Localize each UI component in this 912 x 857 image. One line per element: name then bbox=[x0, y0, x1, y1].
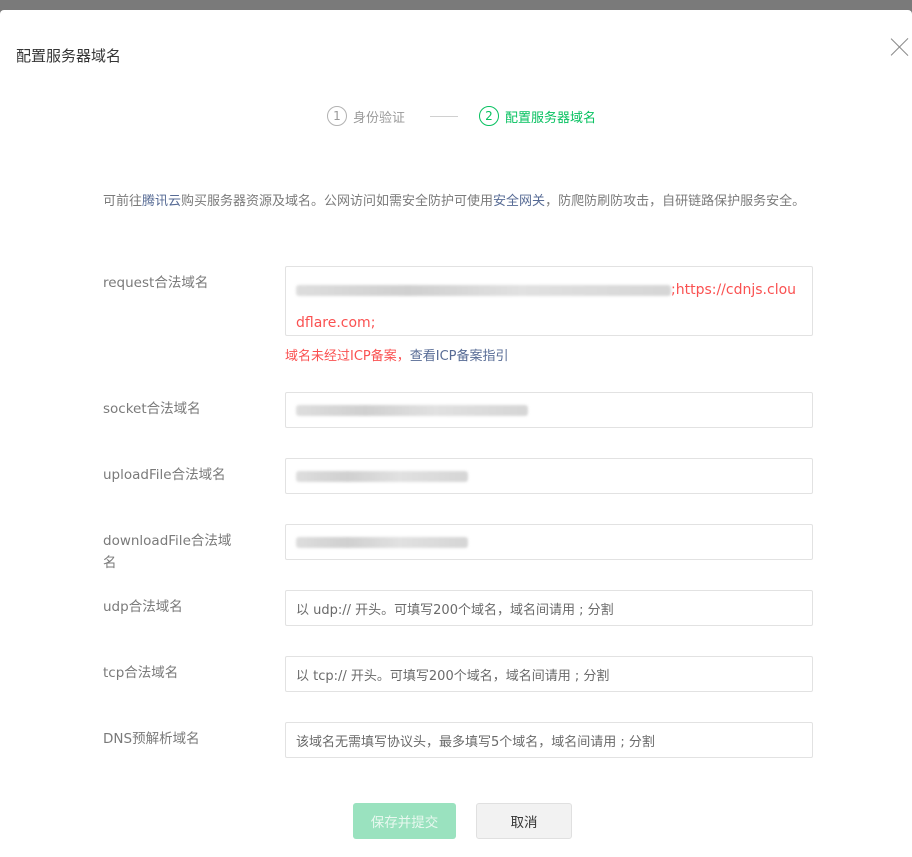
close-icon[interactable] bbox=[890, 37, 910, 57]
redacted-text bbox=[296, 284, 671, 296]
tcp-domain-input[interactable]: 以 tcp:// 开头。可填写200个域名，域名间请用 ; 分割 bbox=[285, 656, 813, 692]
step-label-2: 配置服务器域名 bbox=[505, 110, 597, 126]
udp-placeholder: 以 udp:// 开头。可填写200个域名，域名间请用 ; 分割 bbox=[296, 602, 614, 618]
uploadfile-domain-input[interactable] bbox=[285, 458, 813, 494]
tencent-cloud-link[interactable]: 腾讯云 bbox=[142, 194, 181, 209]
step-connector bbox=[430, 116, 458, 117]
step-label-1: 身份验证 bbox=[353, 110, 406, 126]
save-submit-button[interactable]: 保存并提交 bbox=[353, 803, 456, 839]
dns-placeholder: 该域名无需填写协议头，最多填写5个域名，域名间请用 ; 分割 bbox=[296, 734, 655, 750]
dns-label: DNS预解析域名 bbox=[103, 731, 200, 747]
step-number-2: 2 bbox=[479, 106, 499, 126]
tcp-placeholder: 以 tcp:// 开头。可填写200个域名，域名间请用 ; 分割 bbox=[296, 668, 610, 684]
request-label: request合法域名 bbox=[103, 275, 209, 291]
form-row-udp: udp合法域名 以 udp:// 开头。可填写200个域名，域名间请用 ; 分割 bbox=[103, 590, 813, 636]
step-configure-domain: 2 配置服务器域名 bbox=[479, 105, 596, 127]
socket-label: socket合法域名 bbox=[103, 401, 201, 417]
icp-error-tip: 域名未经过ICP备案，查看ICP备案指引 bbox=[285, 346, 509, 368]
config-domain-dialog: 配置服务器域名 1 身份验证 2 配置服务器域名 可前往腾讯云购买服务器资源及域… bbox=[0, 10, 912, 857]
socket-domain-input[interactable] bbox=[285, 392, 813, 428]
dialog-title: 配置服务器域名 bbox=[16, 47, 122, 65]
step-indicator: 1 身份验证 2 配置服务器域名 bbox=[0, 105, 912, 127]
step-number-1: 1 bbox=[327, 106, 347, 126]
notice-text: 可前往腾讯云购买服务器资源及域名。公网访问如需安全防护可使用安全网关，防爬防刷防… bbox=[103, 190, 823, 213]
form-row-socket: socket合法域名 bbox=[103, 392, 813, 438]
form-row-request: request合法域名 ;https://cdnjs.cloudflare.co… bbox=[103, 266, 813, 372]
udp-label: udp合法域名 bbox=[103, 599, 183, 615]
redacted-text bbox=[296, 470, 468, 482]
form-row-dns: DNS预解析域名 该域名无需填写协议头，最多填写5个域名，域名间请用 ; 分割 bbox=[103, 722, 813, 768]
uploadfile-label: uploadFile合法域名 bbox=[103, 467, 226, 483]
cancel-button[interactable]: 取消 bbox=[476, 803, 572, 839]
icp-error-text: 域名未经过ICP备案， bbox=[285, 349, 410, 364]
downloadfile-label: downloadFile合法域名 bbox=[103, 533, 232, 571]
request-domain-textarea[interactable]: ;https://cdnjs.cloudflare.com; bbox=[285, 266, 813, 336]
redacted-text bbox=[296, 404, 528, 416]
notice-middle: 购买服务器资源及域名。公网访问如需安全防护可使用 bbox=[181, 194, 494, 209]
udp-domain-input[interactable]: 以 udp:// 开头。可填写200个域名，域名间请用 ; 分割 bbox=[285, 590, 813, 626]
notice-prefix: 可前往 bbox=[103, 194, 143, 209]
icp-guide-link[interactable]: 查看ICP备案指引 bbox=[410, 349, 509, 364]
form-row-tcp: tcp合法域名 以 tcp:// 开头。可填写200个域名，域名间请用 ; 分割 bbox=[103, 656, 813, 702]
redacted-text bbox=[296, 536, 468, 548]
tcp-label: tcp合法域名 bbox=[103, 665, 179, 681]
form-row-downloadfile: downloadFile合法域名 bbox=[103, 524, 813, 578]
notice-suffix: ，防爬防刷防攻击，自研链路保护服务安全。 bbox=[545, 194, 806, 209]
form-row-uploadfile: uploadFile合法域名 bbox=[103, 458, 813, 504]
downloadfile-domain-input[interactable] bbox=[285, 524, 813, 560]
dns-domain-input[interactable]: 该域名无需填写协议头，最多填写5个域名，域名间请用 ; 分割 bbox=[285, 722, 813, 758]
security-gateway-link[interactable]: 安全网关 bbox=[493, 194, 545, 209]
step-identity-verification: 1 身份验证 bbox=[327, 105, 405, 127]
